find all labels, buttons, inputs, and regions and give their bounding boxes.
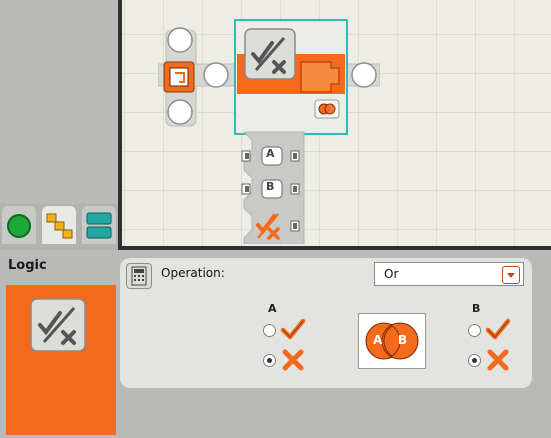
a-false-radio[interactable] <box>263 354 276 367</box>
input-b-label: B <box>472 302 481 315</box>
venn-label-a: A <box>373 333 383 347</box>
plug-b-label: B <box>266 180 275 193</box>
false-x-icon <box>487 349 509 371</box>
teal-stack-icon <box>86 212 112 239</box>
b-true-radio[interactable] <box>468 324 481 337</box>
block-name-label: Logic <box>8 258 47 273</box>
operation-label: Operation: <box>161 266 225 280</box>
operation-select[interactable]: Or <box>374 262 524 286</box>
true-check-icon <box>485 318 511 340</box>
logic-block-icon <box>244 28 296 80</box>
calculator-icon <box>131 266 147 286</box>
chevron-down-icon <box>502 266 520 284</box>
venn-label-b: B <box>398 333 408 347</box>
plug-result[interactable] <box>252 211 302 241</box>
green-circle-icon <box>7 214 31 238</box>
logic-block-large-icon <box>30 298 86 352</box>
operation-venn-diagram <box>358 313 426 369</box>
previous-block-icon[interactable] <box>163 61 195 93</box>
input-a-label: A <box>268 302 277 315</box>
a-true-radio[interactable] <box>263 324 276 337</box>
true-check-icon <box>280 318 306 340</box>
b-false-radio[interactable] <box>468 354 481 367</box>
operation-value: Or <box>384 267 399 281</box>
false-x-icon <box>282 349 304 371</box>
yellow-blocks-icon <box>46 213 73 239</box>
calculator-button[interactable] <box>126 263 152 289</box>
common-palette-tab[interactable] <box>2 206 36 244</box>
custom-palette-tab[interactable] <box>82 206 116 244</box>
plug-a-label: A <box>266 147 275 160</box>
complete-palette-tab[interactable] <box>42 206 76 244</box>
